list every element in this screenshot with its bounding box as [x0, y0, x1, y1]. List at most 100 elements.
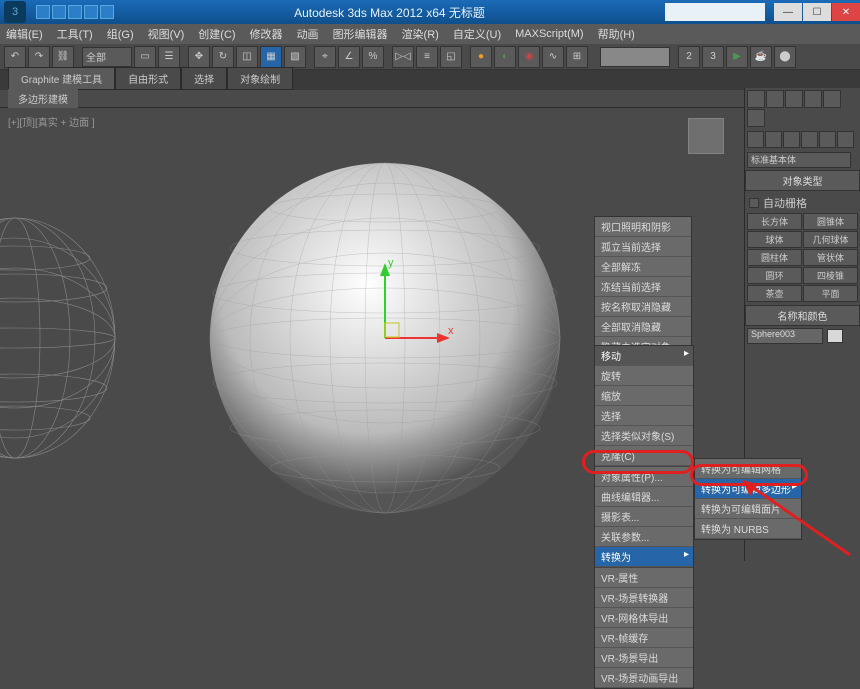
menu-graph[interactable]: 图形编辑器 [333, 26, 388, 42]
ctx-item[interactable]: 孤立当前选择 [595, 237, 691, 257]
menu-animation[interactable]: 动画 [297, 26, 319, 42]
tab-freeform[interactable]: 自由形式 [115, 67, 181, 90]
helpers-icon[interactable] [819, 131, 836, 148]
utilities-tab-icon[interactable] [747, 109, 765, 127]
hierarchy-tab-icon[interactable] [785, 90, 803, 108]
ctx-item[interactable]: 选择 [595, 406, 693, 426]
qat-btn[interactable] [100, 5, 114, 19]
ctx-item-convert-to[interactable]: 转换为 [595, 547, 693, 567]
menu-edit[interactable]: 编辑(E) [6, 26, 43, 42]
submenu-editable-poly[interactable]: 转换为可编辑多边形 [695, 479, 801, 499]
ctx-item[interactable]: VR-帧缓存 [595, 628, 693, 648]
tab-objectpaint[interactable]: 对象绘制 [227, 67, 293, 90]
percent-snap-icon[interactable]: % [362, 46, 384, 68]
redo-icon[interactable]: ↷ [28, 46, 50, 68]
menu-modifiers[interactable]: 修改器 [250, 26, 283, 42]
qat-btn[interactable] [84, 5, 98, 19]
layer-icon[interactable]: ◱ [440, 46, 462, 68]
move-icon[interactable]: ✥ [188, 46, 210, 68]
qat-btn[interactable] [68, 5, 82, 19]
menu-customize[interactable]: 自定义(U) [453, 26, 501, 42]
help-search-input[interactable] [665, 3, 765, 21]
submenu-editable-mesh[interactable]: 转换为可编辑网格 [695, 459, 801, 479]
select-name-icon[interactable]: ☰ [158, 46, 180, 68]
motion-tab-icon[interactable] [804, 90, 822, 108]
tab-selection[interactable]: 选择 [181, 67, 227, 90]
geometry-type-dropdown[interactable]: 标准基本体 [747, 152, 851, 168]
snap-2d-icon[interactable]: 2 [678, 46, 700, 68]
ctx-item[interactable]: 选择类似对象(S) [595, 426, 693, 446]
command-search-input[interactable] [600, 47, 670, 67]
ctx-item[interactable]: 全部解冻 [595, 257, 691, 277]
prim-box[interactable]: 长方体 [747, 213, 802, 230]
autogrid-checkbox[interactable]: 自动栅格 [747, 193, 858, 213]
object-color-swatch[interactable] [827, 329, 843, 343]
prim-geosphere[interactable]: 几何球体 [803, 231, 858, 248]
ctx-item[interactable]: 全部取消隐藏 [595, 317, 691, 337]
ctx-item[interactable]: 旋转 [595, 366, 693, 386]
tab-graphite[interactable]: Graphite 建模工具 [8, 67, 115, 90]
maximize-button[interactable]: ☐ [803, 3, 831, 21]
spacewarps-icon[interactable] [837, 131, 854, 148]
ctx-item[interactable]: 对象属性(P)... [595, 467, 693, 487]
snap-3d-icon[interactable]: 3 [702, 46, 724, 68]
menu-view[interactable]: 视图(V) [148, 26, 185, 42]
render-setup-icon[interactable]: ◐ [494, 46, 516, 68]
ctx-item[interactable]: 曲线编辑器... [595, 487, 693, 507]
create-tab-icon[interactable] [747, 90, 765, 108]
submenu-editable-patch[interactable]: 转换为可编辑面片 [695, 499, 801, 519]
ctx-item[interactable]: VR-网格体导出 [595, 608, 693, 628]
app-logo-icon[interactable]: 3 [4, 1, 26, 23]
render-prod-icon[interactable]: ▶ [726, 46, 748, 68]
mirror-icon[interactable]: ▷◁ [392, 46, 414, 68]
scale-icon[interactable]: ◫ [236, 46, 258, 68]
close-button[interactable]: ✕ [832, 3, 860, 21]
cameras-icon[interactable] [801, 131, 818, 148]
object-name-input[interactable]: Sphere003 [747, 328, 823, 344]
minimize-button[interactable]: — [774, 3, 802, 21]
ctx-item[interactable]: 视口照明和阴影 [595, 217, 691, 237]
select-icon[interactable]: ▭ [134, 46, 156, 68]
menu-group[interactable]: 组(G) [107, 26, 134, 42]
render-frame-icon[interactable]: ◉ [518, 46, 540, 68]
ctx-item[interactable]: VR-属性 [595, 568, 693, 588]
prim-cylinder[interactable]: 圆柱体 [747, 249, 802, 266]
display-tab-icon[interactable] [823, 90, 841, 108]
ctx-item[interactable]: VR-场景转换器 [595, 588, 693, 608]
lights-icon[interactable] [783, 131, 800, 148]
ctx-item[interactable]: 摄影表... [595, 507, 693, 527]
quick-render-icon[interactable]: ⬤ [774, 46, 796, 68]
undo-icon[interactable]: ↶ [4, 46, 26, 68]
angle-snap-icon[interactable]: ∠ [338, 46, 360, 68]
link-icon[interactable]: ⛓ [52, 46, 74, 68]
snap-icon[interactable]: ⌖ [314, 46, 336, 68]
prim-pyramid[interactable]: 四棱锥 [803, 267, 858, 284]
prim-plane[interactable]: 平面 [803, 285, 858, 302]
selection-filter-dropdown[interactable]: 全部 [82, 47, 132, 67]
prim-torus[interactable]: 圆环 [747, 267, 802, 284]
ctx-item[interactable]: 克隆(C) [595, 446, 693, 466]
menu-help[interactable]: 帮助(H) [598, 26, 635, 42]
ctx-item[interactable]: 移动 [595, 346, 693, 366]
qat-btn[interactable] [36, 5, 50, 19]
poly-modeling-panel[interactable]: 多边形建模 [8, 89, 78, 108]
rollout-object-type[interactable]: 对象类型 [745, 170, 860, 191]
curve-editor-icon[interactable]: ∿ [542, 46, 564, 68]
material-icon[interactable]: ● [470, 46, 492, 68]
menu-tools[interactable]: 工具(T) [57, 26, 93, 42]
shapes-icon[interactable] [765, 131, 782, 148]
menu-create[interactable]: 创建(C) [198, 26, 235, 42]
menu-render[interactable]: 渲染(R) [402, 26, 439, 42]
ctx-item[interactable]: 按名称取消隐藏 [595, 297, 691, 317]
geometry-icon[interactable] [747, 131, 764, 148]
menu-maxscript[interactable]: MAXScript(M) [515, 28, 583, 40]
align-icon[interactable]: ≡ [416, 46, 438, 68]
ctx-item[interactable]: 关联参数... [595, 527, 693, 547]
ctx-item[interactable]: 缩放 [595, 386, 693, 406]
ctx-item[interactable]: VR-场景动画导出 [595, 668, 693, 688]
teapot-icon[interactable]: ☕ [750, 46, 772, 68]
schematic-icon[interactable]: ⊞ [566, 46, 588, 68]
window-crossing-icon[interactable]: ▧ [284, 46, 306, 68]
select-region-icon[interactable]: ▦ [260, 46, 282, 68]
submenu-nurbs[interactable]: 转换为 NURBS [695, 519, 801, 539]
